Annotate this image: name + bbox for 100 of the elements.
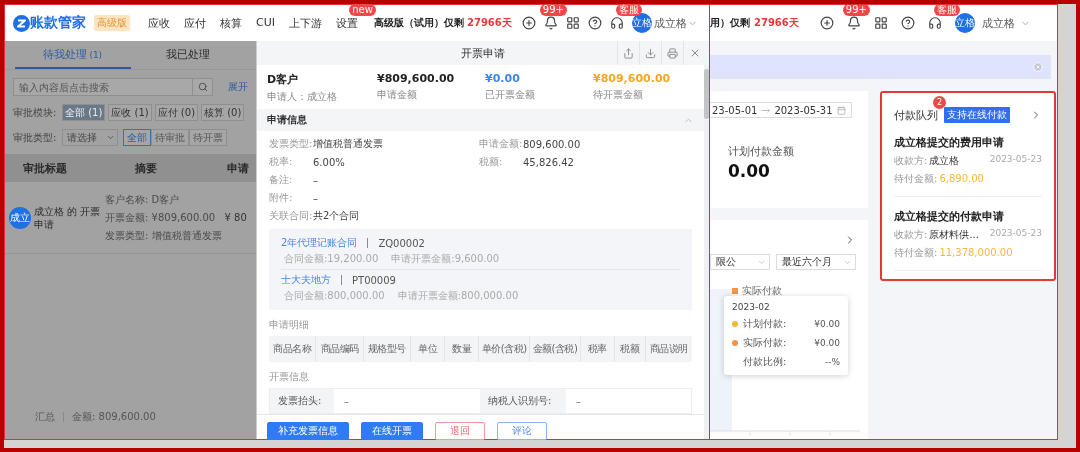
action-button[interactable]: 评论 [497,421,547,440]
column-header: 审批标题 [23,160,68,176]
type-filter-option[interactable]: 全部 [123,129,151,146]
user-avatar[interactable]: 立格 [954,13,975,33]
planned-label: 计划付款金额 [728,144,795,159]
filter-label: 审批类型: [13,130,58,145]
scrollbar-thumb[interactable] [704,69,709,119]
add-icon[interactable] [819,16,834,30]
share-icon [623,47,634,59]
total-label: 汇总 [35,410,55,424]
dialog-title: 开票申请 [461,45,505,61]
approval-title[interactable]: 成立格 的 开票申请 [34,204,102,231]
queue-item-title[interactable]: 成立格提交的付款申请 [894,209,1042,224]
invoice-info-title: 开票信息 [268,370,310,384]
contract-amount: 合同金额:19,200.00 [284,252,379,266]
column-header: 单位 [411,336,446,362]
tab[interactable]: 我已处理 [130,41,246,69]
trial-label: 用）仅剩 [710,16,750,30]
module-filter-option[interactable]: 全部 (1) [62,104,106,121]
action-button[interactable]: 在线开票 [361,421,423,440]
expand-link[interactable]: 展开 [228,80,248,94]
due-amount: 6,890.00 [939,173,984,184]
nav-item[interactable]: 核算 [220,15,242,31]
module-filter-option[interactable]: 应付 (0) [154,104,199,121]
tooltip-title: 2023-02 [732,302,771,312]
headset-icon[interactable] [927,16,942,30]
trial-days: 27966天 [754,16,799,30]
notification-bell-icon[interactable] [543,16,558,30]
module-filter-option[interactable]: 应收 (1) [108,104,152,121]
notification-bell-icon[interactable] [846,16,861,30]
action-button[interactable]: 补充发票信息 [267,421,349,440]
column-header: 税率 [580,336,615,362]
filter-label: 审批模块: [13,105,58,120]
field-label: 税率: [269,155,294,169]
amount-value: ¥809,600.00 [377,72,456,85]
applicant: 申请人：成立格 [267,90,338,104]
queue-count-badge: 2 [933,95,946,109]
payee-label: 收款方: [894,228,928,242]
column-header: 金额(含税) [530,336,581,362]
column-header: 税额 [614,336,646,362]
help-icon[interactable] [587,16,602,30]
amount-value: ¥809,600.00 [593,72,672,85]
nav-item[interactable]: 设置 [336,15,358,31]
type-select[interactable]: 请选择 [62,129,118,146]
legend-label: 实际付款 [742,284,782,298]
nav-item[interactable]: 应付 [184,15,206,31]
trial-label: 高级版（试用）仅剩 [374,16,464,30]
tooltip-value: ¥0.00 [814,338,840,348]
app-title: 账款管家 [30,14,86,32]
type-filter-option[interactable]: 待开票 [189,129,227,146]
user-name[interactable]: 成立格 [981,15,1015,31]
invoice-amount: 申请开票金额:800,000.00 [397,289,519,303]
contract-link[interactable]: 士大夫地方 [281,273,331,287]
field-value: 6.00% [313,156,345,168]
download-icon [645,47,656,59]
online-payment-tag: 支持在线付款 [944,107,1010,123]
type-filter-option[interactable]: 待审批 [151,129,189,146]
field-value: 809,600.00 [523,138,581,150]
add-icon[interactable] [521,16,536,30]
info-value: – [575,394,582,409]
calendar-icon[interactable] [836,105,846,115]
row-avatar: 成立 [9,206,31,229]
action-button[interactable]: 退回 [435,421,485,440]
contract-link[interactable]: 2年代理记账合同 [281,236,358,250]
search-field[interactable]: 输入内容后点击搜索 [13,78,193,96]
notification-badge: 99+ [842,5,870,16]
tooltip-label: 付款比例: [743,355,787,369]
field-value: 共2个合同 [313,209,360,223]
service-badge: 客服 [615,4,642,16]
search-button[interactable] [193,78,213,96]
grid-icon[interactable] [565,16,580,30]
select-field[interactable]: 限公 [710,254,770,270]
column-header: 摘要 [135,160,158,176]
close-icon[interactable] [1033,62,1043,72]
amount-cell: ¥ 80 [224,212,247,223]
due-label: 待付金额: [894,172,938,186]
user-name[interactable]: 成立格 [653,15,687,31]
column-header: 商品编码 [316,336,364,362]
amount-value: ¥0.00 [485,72,521,85]
nav-item[interactable]: 应收 [148,15,170,31]
summary-line: 发票类型: 增值税普通发票 [105,228,222,243]
date-range-field[interactable]: 23-05-01 2023-05-31 [710,102,852,118]
due-label: 待付金额: [894,246,938,260]
queue-date: 2023-05-23 [989,154,1042,164]
amount-label: 申请金额 [377,88,418,102]
field-label: 税额: [479,155,504,169]
module-filter-option[interactable]: 核算 (0) [201,104,245,121]
contract-amount: 合同金额:800,000.00 [284,289,385,303]
payee-name: 成立格 [929,154,960,168]
nav-item[interactable]: CUI [256,15,275,31]
column-header: 商品说明 [648,342,689,356]
info-label: 发票抬头: [270,389,334,413]
tooltip-value: --% [824,357,840,367]
headset-icon[interactable] [609,16,624,30]
select-field[interactable]: 最近六个月 [776,254,856,270]
help-icon[interactable] [900,16,915,30]
queue-item-title[interactable]: 成立格提交的费用申请 [894,135,1042,150]
customer-name: D客户 [267,72,300,87]
nav-item[interactable]: 上下游 [289,15,322,31]
grid-icon[interactable] [873,16,888,30]
